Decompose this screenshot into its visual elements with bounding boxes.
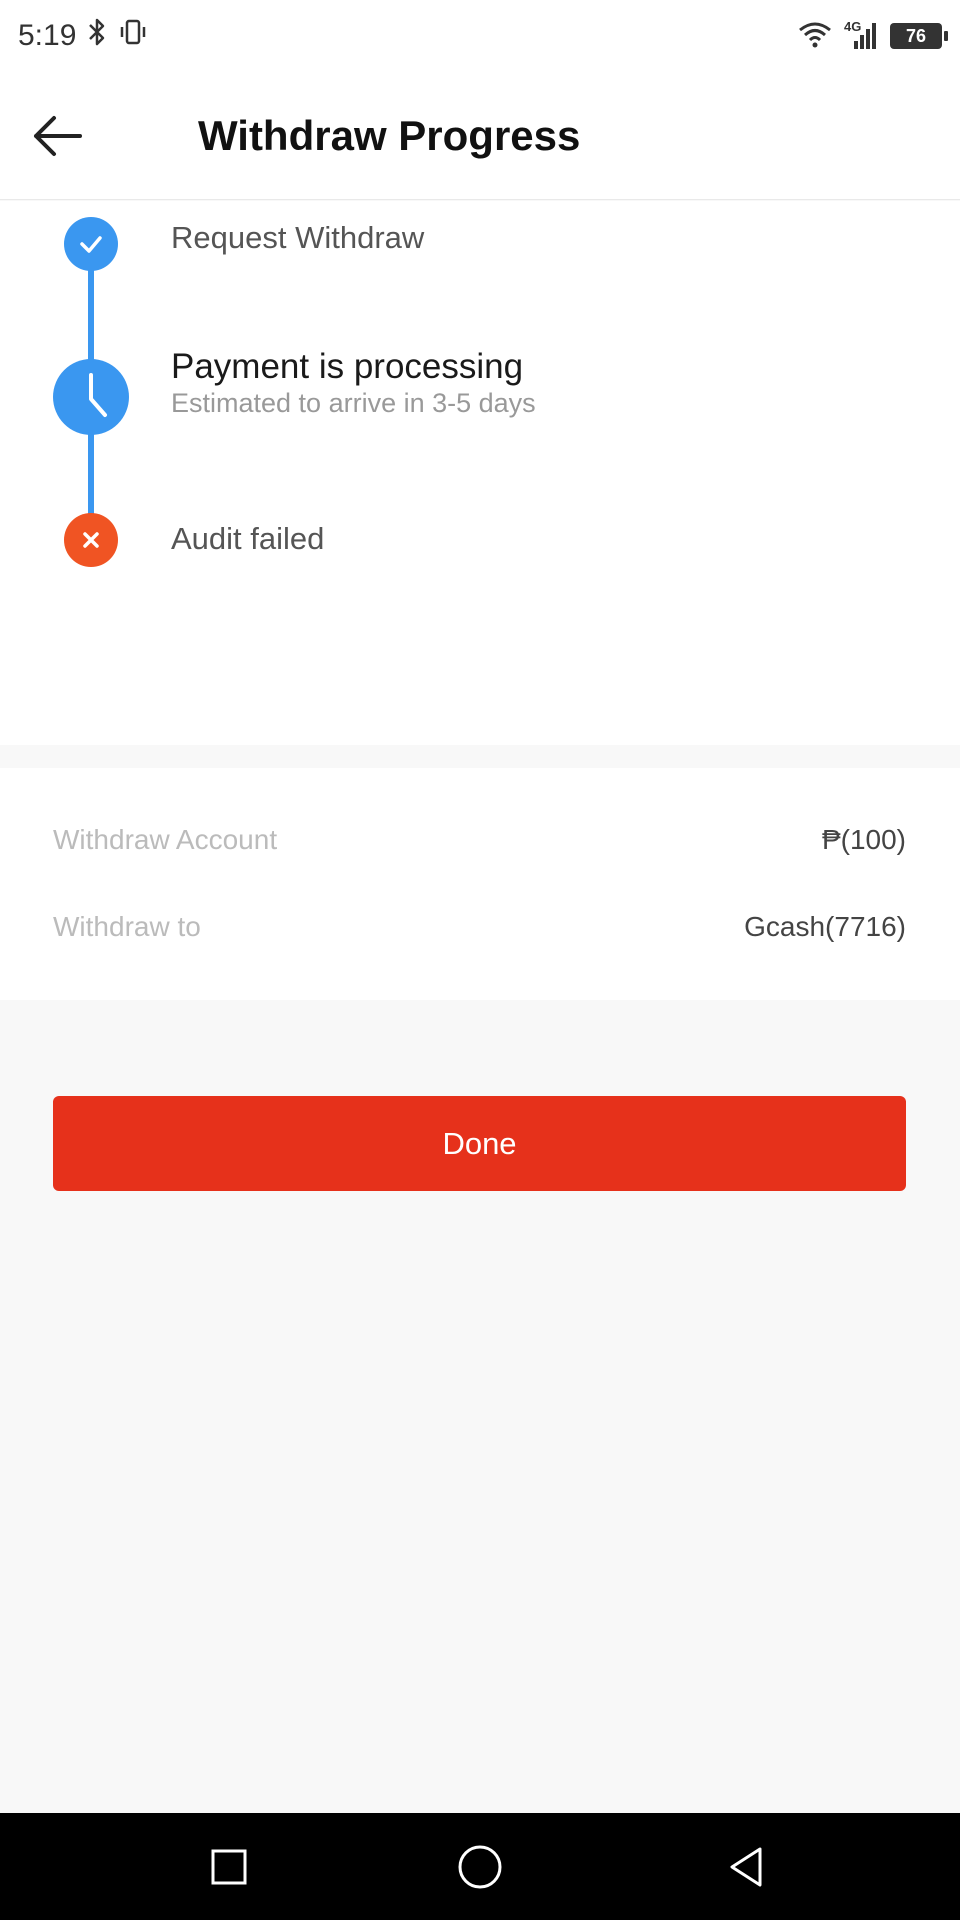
vibrate-icon — [118, 17, 148, 55]
recents-button[interactable] — [201, 1839, 257, 1895]
withdraw-to-label: Withdraw to — [53, 911, 201, 942]
step-payment-processing-subtitle: Estimated to arrive in 3-5 days — [171, 388, 536, 418]
step-active-indicator — [53, 359, 129, 435]
withdraw-account-value: ₱(100) — [821, 824, 906, 855]
back-button[interactable] — [28, 106, 88, 166]
recents-icon — [211, 1849, 247, 1885]
battery-icon: 76 — [890, 23, 948, 49]
step-failed-indicator — [64, 513, 118, 567]
withdraw-to-row: Withdraw to Gcash(7716) — [53, 911, 906, 943]
withdraw-account-label: Withdraw Account — [53, 824, 278, 855]
signal-icon: 4G — [844, 19, 878, 51]
step-done-indicator — [64, 217, 118, 271]
arrow-left-icon — [34, 116, 82, 156]
close-icon — [83, 532, 99, 548]
wifi-icon — [798, 20, 832, 53]
status-left: 5:19 — [18, 17, 148, 55]
step-request-withdraw-title: Request Withdraw — [171, 220, 425, 255]
status-right: 4G 76 — [798, 19, 948, 53]
home-button[interactable] — [452, 1839, 508, 1895]
withdraw-progress-screen: 5:19 4G 76 Withdraw Progress Request Wit… — [0, 0, 960, 1920]
clock-icon — [89, 373, 107, 417]
progress-timeline: Request Withdraw Payment is processing E… — [0, 201, 960, 745]
status-bar: 5:19 4G 76 — [0, 0, 960, 72]
home-icon — [458, 1845, 502, 1889]
bluetooth-icon — [86, 17, 108, 55]
step-audit-failed-title: Audit failed — [171, 521, 325, 556]
app-header: Withdraw Progress — [0, 72, 960, 200]
back-triangle-icon — [730, 1847, 762, 1887]
done-button[interactable]: Done — [53, 1096, 906, 1191]
page-title: Withdraw Progress — [198, 112, 581, 159]
status-time: 5:19 — [18, 19, 77, 52]
step-payment-processing-title: Payment is processing — [171, 347, 524, 386]
withdraw-to-value: Gcash(7716) — [744, 911, 906, 942]
withdraw-details-card: Withdraw Account ₱(100) Withdraw to Gcas… — [0, 768, 960, 1000]
withdraw-account-row: Withdraw Account ₱(100) — [53, 824, 906, 856]
check-icon — [80, 236, 102, 253]
system-nav-bar — [0, 1813, 960, 1920]
nav-back-button[interactable] — [718, 1839, 774, 1895]
